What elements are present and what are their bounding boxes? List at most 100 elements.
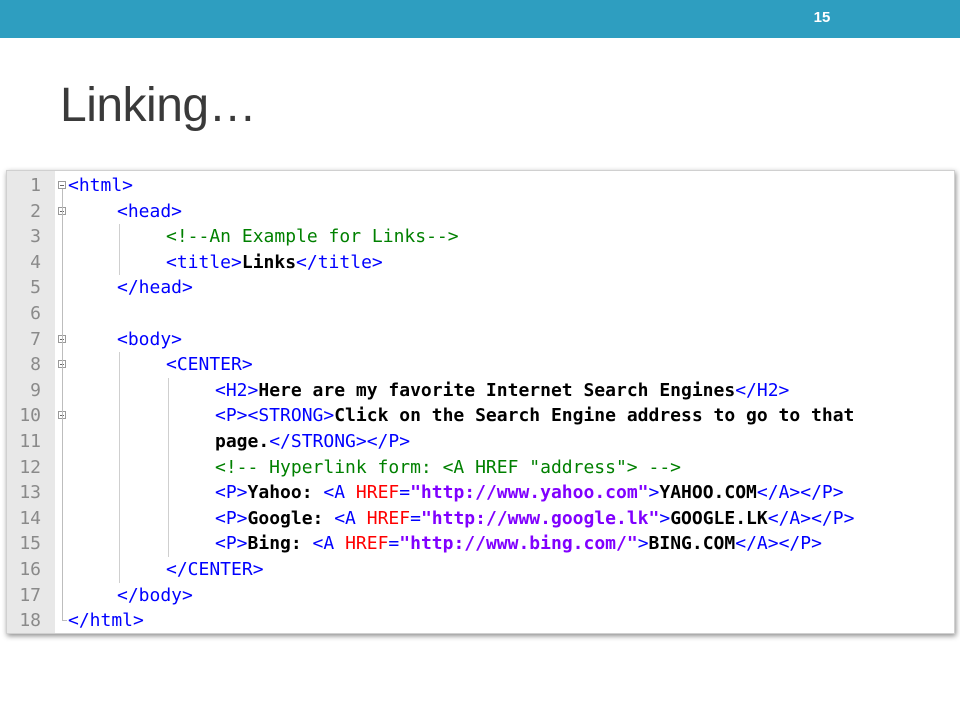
code-line: 9 <H2>Here are my favorite Internet Searc…: [7, 378, 954, 404]
code-text: <html>: [68, 173, 133, 199]
line-number: 7: [30, 328, 41, 350]
code-token: <head>: [117, 200, 183, 222]
code-token: =: [410, 507, 421, 529]
code-text: <P>Google: <A HREF="http://www.google.lk…: [215, 506, 854, 532]
code-token: BING.COM: [648, 533, 736, 555]
code-token: =: [388, 533, 400, 555]
fold-bracket-end: [62, 620, 67, 622]
code-text: <CENTER>: [166, 352, 253, 378]
code-token: <title>: [166, 251, 242, 273]
code-line: 3 <!--An Example for Links-->: [7, 224, 954, 250]
line-number: 18: [19, 610, 41, 632]
code-token: <A: [312, 533, 346, 555]
code-line: 15 <P>Bing: <A HREF="http://www.bing.com/…: [7, 531, 954, 557]
code-token: </title>: [296, 251, 383, 273]
code-text: </html>: [68, 608, 144, 633]
code-token: HREF: [355, 482, 400, 504]
code-line: 10 <P><STRONG>Click on the Search Engine …: [7, 403, 954, 429]
code-token: <body>: [117, 328, 183, 350]
code-token: "http://www.bing.com/": [399, 533, 638, 555]
slide-number: 15: [813, 9, 831, 26]
code-token: Yahoo:: [247, 482, 324, 504]
code-token: <P>: [215, 507, 248, 529]
code-token: GOOGLE.LK: [670, 507, 768, 529]
line-number: 11: [19, 431, 41, 452]
code-line: 5 </head>: [7, 275, 954, 301]
code-line: 17 </body>: [7, 583, 954, 609]
code-token: >: [659, 507, 671, 529]
line-number: 5: [30, 277, 41, 299]
code-token: Google:: [247, 507, 335, 529]
code-token: </CENTER>: [166, 559, 264, 580]
line-number: 6: [30, 303, 41, 324]
code-text: <P>Yahoo: <A HREF="http://www.yahoo.com"…: [215, 480, 844, 506]
code-token: </STRONG></P>: [269, 431, 411, 452]
line-number: 14: [19, 507, 41, 529]
code-token: >: [637, 533, 649, 555]
code-token: <P>: [215, 533, 248, 555]
code-token: <P><STRONG>: [215, 405, 335, 427]
fold-toggle-icon[interactable]: [58, 181, 66, 189]
slide-header-bar: 15: [0, 0, 960, 38]
code-token: YAHOO.COM: [659, 482, 757, 504]
code-text: <H2>Here are my favorite Internet Search…: [215, 378, 789, 404]
code-line: 11 page.</STRONG></P>: [7, 429, 954, 455]
code-editor-screenshot: 1 <html> 2 <head> 3 <!--An Example for Links-…: [6, 170, 955, 634]
code-line: 6: [7, 301, 954, 327]
code-token: "http://www.google.lk": [420, 507, 660, 529]
code-token: <!--An Example for Links-->: [166, 226, 459, 248]
indent-guide: [119, 352, 120, 583]
code-token: </body>: [117, 584, 193, 606]
code-token: "http://www.yahoo.com": [410, 482, 649, 504]
code-token: <CENTER>: [166, 354, 253, 376]
code-text: <head>: [117, 199, 182, 225]
code-line: 4 <title>Links</title>: [7, 250, 954, 276]
code-line: 14 <P>Google: <A HREF="http://www.google.…: [7, 506, 954, 532]
code-token: >: [648, 482, 660, 504]
code-token: </A></P>: [767, 507, 855, 529]
code-token: </H2>: [735, 379, 790, 401]
line-number: 3: [30, 226, 41, 248]
code-text: <P>Bing: <A HREF="http://www.bing.com/">…: [215, 531, 822, 557]
code-text: <body>: [117, 327, 182, 353]
code-line: 8 <CENTER>: [7, 352, 954, 378]
code-token: <A: [334, 507, 367, 529]
code-token: <!-- Hyperlink form: <A HREF "address"> …: [215, 456, 681, 478]
code-text: </CENTER>: [166, 557, 264, 583]
code-token: Bing:: [247, 533, 313, 555]
code-line: 18 </html>: [7, 608, 954, 633]
line-number: 2: [30, 200, 41, 222]
code-token: </A></P>: [756, 482, 844, 504]
code-token: <html>: [68, 175, 134, 196]
line-number: 1: [30, 175, 41, 196]
code-token: Here are my favorite Internet Search Eng…: [258, 379, 736, 401]
code-line: 12 <!-- Hyperlink form: <A HREF "address"…: [7, 455, 954, 481]
code-token: =: [399, 482, 411, 504]
code-line: 16 </CENTER>: [7, 557, 954, 583]
code-text: <P><STRONG>Click on the Search Engine ad…: [215, 403, 854, 429]
code-line: 13 <P>Yahoo: <A HREF="http://www.yahoo.co…: [7, 480, 954, 506]
code-text: <!--An Example for Links-->: [166, 224, 459, 250]
code-token: HREF: [345, 533, 389, 555]
slide-title: Linking…: [60, 79, 257, 132]
fold-bracket: [62, 189, 63, 621]
line-number: 9: [30, 379, 41, 401]
line-number: 17: [19, 584, 41, 606]
line-number: 8: [30, 354, 41, 376]
line-number: 10: [19, 405, 41, 427]
code-line: 2 <head>: [7, 199, 954, 225]
code-token: </html>: [68, 610, 144, 632]
code-text: <!-- Hyperlink form: <A HREF "address"> …: [215, 455, 681, 481]
code-token: page.: [215, 431, 270, 452]
code-text: <title>Links</title>: [166, 250, 383, 276]
code-text: </body>: [117, 583, 193, 609]
code-text: page.</STRONG></P>: [215, 429, 410, 455]
code-token: </A></P>: [735, 533, 822, 555]
line-number: 12: [19, 456, 41, 478]
indent-guide: [168, 377, 169, 557]
code-token: <H2>: [215, 379, 259, 401]
code-text: </head>: [117, 275, 193, 301]
code-token: </head>: [117, 277, 193, 299]
code-line: 1 <html>: [7, 173, 954, 199]
code-line: 7 <body>: [7, 327, 954, 353]
